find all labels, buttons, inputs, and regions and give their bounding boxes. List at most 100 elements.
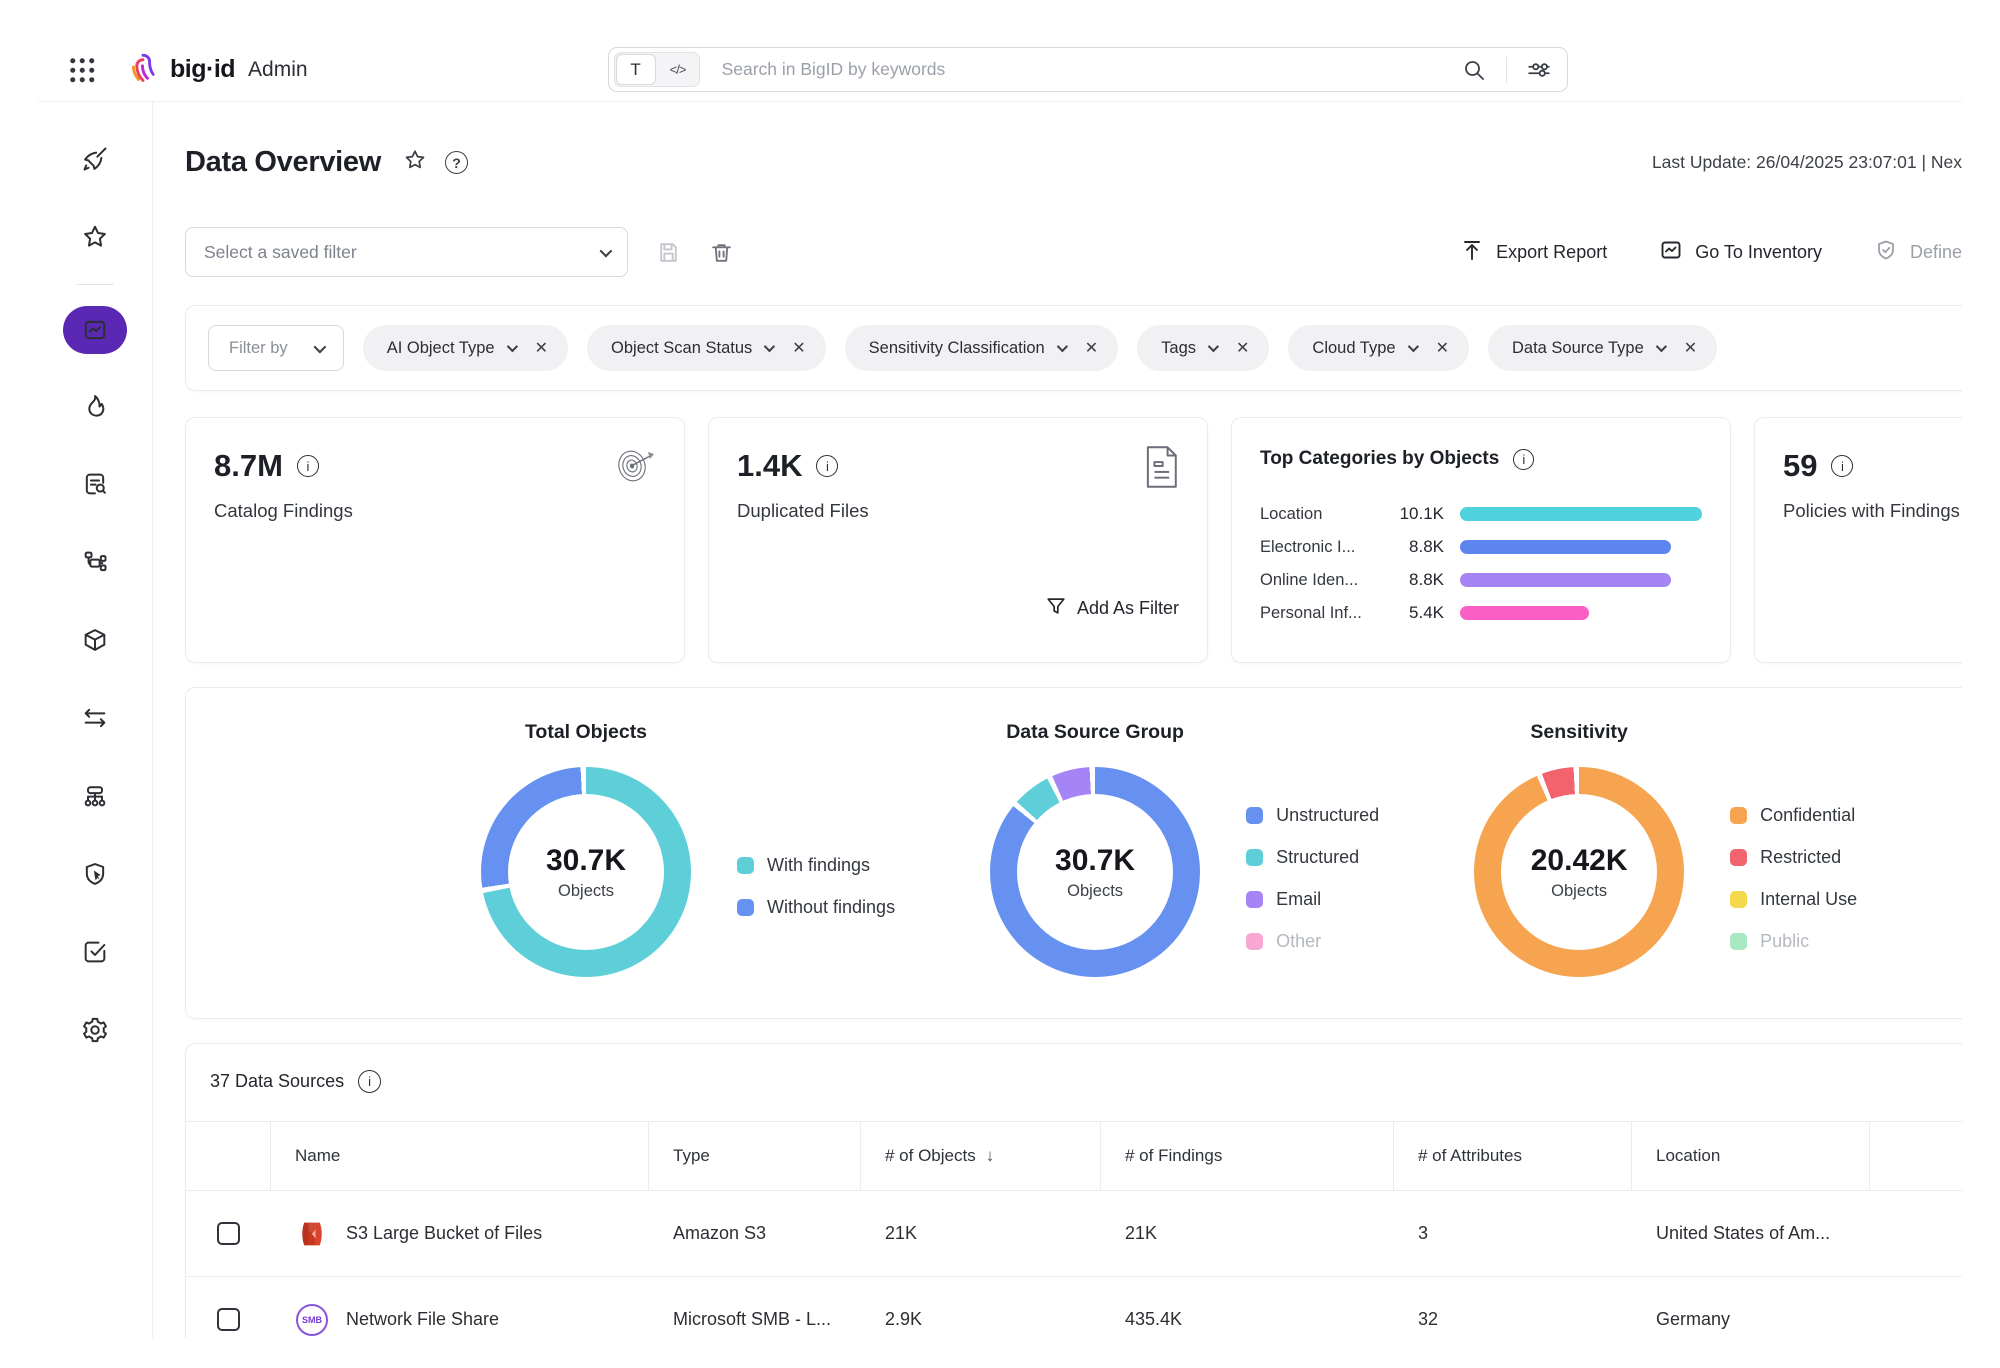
column-header-location[interactable]: Location <box>1632 1121 1870 1191</box>
sidebar-item-favorites[interactable] <box>63 200 127 278</box>
last-update-text: Last Update: 26/04/2025 23:07:01 | Nex <box>1652 152 1962 173</box>
category-row: Online Iden... 8.8K <box>1260 570 1702 590</box>
info-icon[interactable]: i <box>358 1070 381 1093</box>
export-report-label: Export Report <box>1496 242 1607 263</box>
filter-chip-sensitivity-classification[interactable]: Sensitivity Classification✕ <box>845 325 1118 371</box>
info-icon[interactable]: i <box>297 455 319 477</box>
legend-swatch <box>737 899 754 916</box>
sidebar-item-tasks[interactable] <box>63 915 127 993</box>
top-categories-bars: Location 10.1K Electronic I... 8.8K Onli… <box>1260 504 1702 623</box>
chevron-down-icon <box>1407 341 1418 352</box>
location-value: United States of Am... <box>1632 1191 1870 1277</box>
table-row[interactable]: S3 Large Bucket of Files Amazon S3 21K 2… <box>186 1191 1962 1277</box>
sidebar-item-hotspots[interactable] <box>63 369 127 447</box>
sidebar-item-classification[interactable] <box>63 525 127 603</box>
legend-item-disabled[interactable]: Other <box>1246 931 1379 952</box>
sidebar-item-catalog[interactable] <box>63 447 127 525</box>
legend-swatch <box>1246 933 1263 950</box>
category-bar <box>1460 606 1589 620</box>
text-search-toggle[interactable]: T <box>616 54 656 85</box>
donut-center-label: Objects <box>558 882 614 901</box>
objects-count: 21K <box>861 1191 1101 1277</box>
advanced-search-icon[interactable] <box>1519 50 1559 90</box>
search-input[interactable] <box>700 59 1454 80</box>
column-header-name[interactable]: Name <box>271 1121 649 1191</box>
remove-chip-icon[interactable]: ✕ <box>1085 338 1098 358</box>
row-checkbox[interactable] <box>217 1222 240 1245</box>
favorite-star-icon[interactable] <box>403 148 427 177</box>
attributes-count: 3 <box>1394 1191 1632 1277</box>
column-header-type[interactable]: Type <box>649 1121 861 1191</box>
filter-chip-data-source-type[interactable]: Data Source Type✕ <box>1488 325 1717 371</box>
global-search-bar[interactable]: T </> <box>608 47 1568 92</box>
legend-item[interactable]: With findings <box>737 855 895 876</box>
legend-item[interactable]: Without findings <box>737 897 895 918</box>
remove-chip-icon[interactable]: ✕ <box>1684 338 1697 358</box>
save-filter-icon[interactable] <box>656 240 681 265</box>
data-source-name[interactable]: S3 Large Bucket of Files <box>346 1223 542 1244</box>
info-icon[interactable]: i <box>1513 449 1534 470</box>
saved-filter-select[interactable]: Select a saved filter <box>185 227 628 277</box>
add-as-filter-button[interactable]: Add As Filter <box>1045 595 1179 622</box>
sidebar-item-hierarchy[interactable] <box>63 759 127 837</box>
legend-item[interactable]: Unstructured <box>1246 805 1379 826</box>
row-checkbox[interactable] <box>217 1308 240 1331</box>
filter-by-dropdown[interactable]: Filter by <box>208 325 344 371</box>
legend-item[interactable]: Confidential <box>1730 805 1857 826</box>
remove-chip-icon[interactable]: ✕ <box>1436 338 1449 358</box>
legend: Confidential Restricted Internal Use <box>1730 805 1857 952</box>
chart-title: Data Source Group <box>950 721 1240 744</box>
legend-swatch <box>1246 849 1263 866</box>
filter-chip-tags[interactable]: Tags✕ <box>1137 325 1269 371</box>
query-search-toggle[interactable]: </> <box>657 53 699 86</box>
column-header-findings[interactable]: # of Findings <box>1101 1121 1394 1191</box>
export-report-button[interactable]: Export Report <box>1460 238 1607 267</box>
filter-chip-ai-object-type[interactable]: AI Object Type✕ <box>363 325 568 371</box>
legend-item[interactable]: Restricted <box>1730 847 1857 868</box>
sidebar-divider <box>76 284 114 285</box>
sidebar-item-rocket[interactable] <box>63 122 127 200</box>
column-header-objects[interactable]: # of Objects ↓ <box>861 1121 1101 1191</box>
legend-item[interactable]: Structured <box>1246 847 1379 868</box>
sidebar-item-objects[interactable] <box>63 603 127 681</box>
category-bar <box>1460 507 1702 521</box>
select-all-header[interactable] <box>186 1121 271 1191</box>
amazon-s3-icon <box>295 1217 329 1251</box>
export-icon <box>1460 238 1484 267</box>
filter-chips-bar: Filter by AI Object Type✕ Object Scan St… <box>185 305 1962 391</box>
remove-chip-icon[interactable]: ✕ <box>1236 338 1249 358</box>
catalog-findings-value: 8.7M <box>214 448 283 484</box>
search-icon[interactable] <box>1454 50 1494 90</box>
legend-item[interactable]: Email <box>1246 889 1379 910</box>
info-icon[interactable]: i <box>1831 455 1853 477</box>
sidebar-item-dashboard-active[interactable] <box>63 291 127 369</box>
sidebar-item-access[interactable] <box>63 837 127 915</box>
chevron-down-icon <box>1056 341 1067 352</box>
legend-swatch <box>1246 891 1263 908</box>
app-grid-icon[interactable] <box>68 56 95 83</box>
remove-chip-icon[interactable]: ✕ <box>535 338 548 358</box>
sidebar-item-settings[interactable] <box>63 993 127 1071</box>
sidebar-item-data-flows[interactable] <box>63 681 127 759</box>
flame-icon <box>81 392 109 425</box>
column-header-attributes[interactable]: # of Attributes <box>1394 1121 1632 1191</box>
attributes-count: 32 <box>1394 1277 1632 1338</box>
chart-title: Total Objects <box>441 721 731 744</box>
sort-descending-icon[interactable]: ↓ <box>986 1146 995 1166</box>
legend-item-disabled[interactable]: Public <box>1730 931 1857 952</box>
go-to-inventory-button[interactable]: Go To Inventory <box>1659 238 1822 267</box>
help-icon[interactable]: ? <box>445 151 468 174</box>
legend-item[interactable]: Internal Use <box>1730 889 1857 910</box>
data-source-name[interactable]: Network File Share <box>346 1309 499 1330</box>
delete-filter-icon[interactable] <box>709 240 734 265</box>
remove-chip-icon[interactable]: ✕ <box>792 338 805 358</box>
table-row[interactable]: SMB Network File Share Microsoft SMB - L… <box>186 1277 1962 1338</box>
define-button[interactable]: Define <box>1874 238 1962 267</box>
filter-chip-object-scan-status[interactable]: Object Scan Status✕ <box>587 325 826 371</box>
filter-chip-cloud-type[interactable]: Cloud Type✕ <box>1288 325 1469 371</box>
info-icon[interactable]: i <box>816 455 838 477</box>
page-title: Data Overview <box>185 146 381 179</box>
donut-center-label: Objects <box>1551 882 1607 901</box>
funnel-icon <box>1045 595 1067 622</box>
category-row: Location 10.1K <box>1260 504 1702 524</box>
